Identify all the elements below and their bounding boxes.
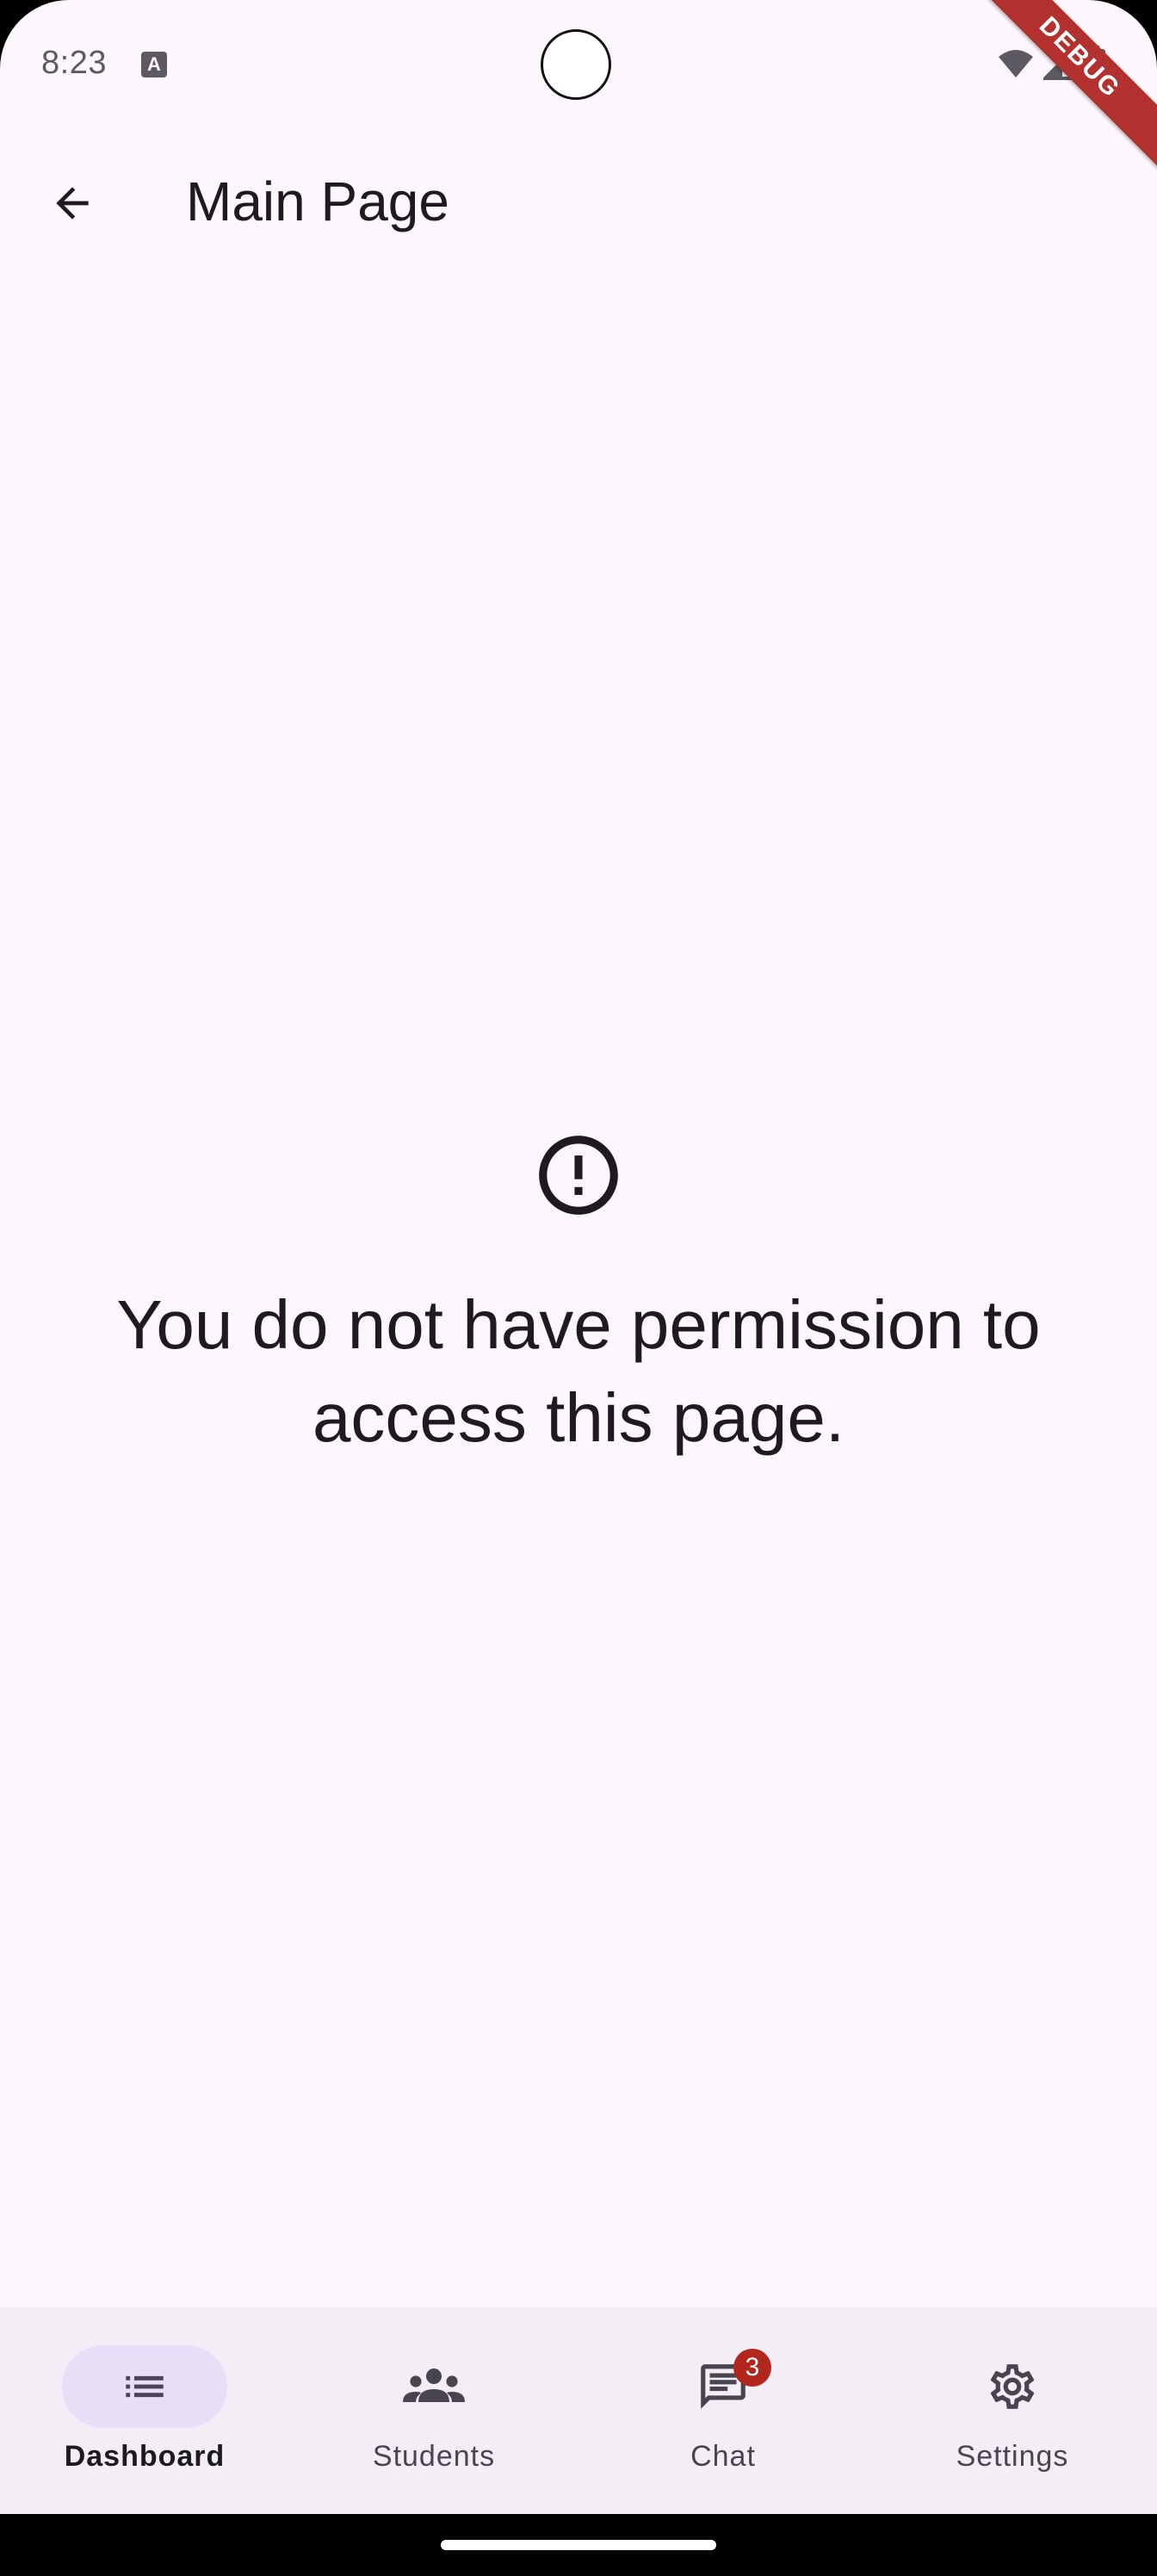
a-icon: A	[141, 52, 167, 77]
nav-indicator	[62, 2345, 227, 2428]
nav-label-students: Students	[372, 2440, 496, 2473]
screen: 8:23 A DEBUG Main Page You do not have p…	[0, 0, 1157, 2576]
status-bar: 8:23 A	[0, 0, 1157, 129]
nav-label-chat: Chat	[690, 2440, 756, 2473]
chat-badge: 3	[733, 2349, 771, 2387]
back-button[interactable]	[34, 165, 110, 241]
nav-label-settings: Settings	[956, 2440, 1069, 2473]
permission-message: You do not have permission to access thi…	[116, 1286, 1041, 1456]
nav-indicator	[351, 2345, 517, 2428]
bottom-navigation: Dashboard Students 3 Chat Settings	[0, 2307, 1157, 2514]
list-icon	[126, 2375, 164, 2398]
nav-label-dashboard: Dashboard	[64, 2440, 226, 2473]
arrow-back-icon	[56, 187, 89, 220]
camera-cutout	[541, 29, 611, 100]
wifi-icon	[999, 50, 1033, 77]
error-outline-icon	[539, 1136, 618, 1215]
gear-icon	[990, 2364, 1035, 2409]
permission-message-area: You do not have permission to access thi…	[0, 1128, 1157, 1464]
nav-item-students[interactable]: Students	[289, 2307, 578, 2514]
groups-icon	[403, 2369, 465, 2402]
page-title: Main Page	[186, 170, 449, 232]
nav-item-settings[interactable]: Settings	[868, 2307, 1157, 2514]
nav-indicator	[930, 2345, 1095, 2428]
home-gesture-handle[interactable]	[441, 2540, 716, 2550]
nav-item-dashboard[interactable]: Dashboard	[0, 2307, 289, 2514]
app-bar: Main Page	[0, 146, 1157, 258]
nav-item-chat[interactable]: 3 Chat	[578, 2307, 868, 2514]
gesture-bar-area	[0, 2514, 1157, 2576]
nav-indicator: 3	[640, 2345, 806, 2428]
status-time: 8:23	[41, 45, 107, 81]
